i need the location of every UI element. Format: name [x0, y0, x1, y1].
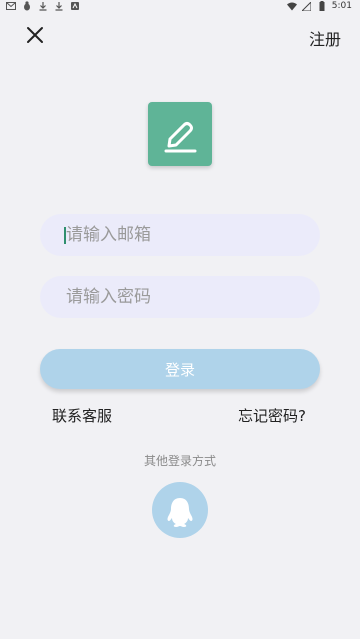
password-input[interactable] [66, 276, 306, 318]
battery-icon [317, 1, 327, 11]
download-icon [38, 1, 48, 11]
edit-pencil-icon [164, 122, 197, 153]
status-bar-notifications [6, 1, 80, 11]
contact-support-link[interactable]: 联系客服 [52, 405, 112, 426]
app-icon [70, 1, 80, 11]
app-logo [148, 102, 212, 166]
status-bar: 5:01 [0, 0, 360, 14]
close-icon [27, 27, 43, 43]
status-time: 5:01 [331, 1, 352, 11]
other-login-label: 其他登录方式 [143, 454, 216, 468]
password-field[interactable] [40, 276, 320, 318]
qq-login-button[interactable] [152, 482, 208, 538]
bug-icon [22, 1, 32, 11]
download-icon [54, 1, 64, 11]
register-link[interactable]: 注册 [309, 26, 341, 50]
close-button[interactable] [24, 24, 46, 46]
qq-penguin-icon [167, 498, 193, 527]
forgot-password-link[interactable]: 忘记密码? [238, 405, 306, 426]
email-field[interactable] [40, 214, 320, 256]
wifi-icon [286, 1, 297, 11]
email-input[interactable] [66, 214, 306, 256]
signal-icon [302, 1, 312, 11]
status-bar-system: 5:01 [286, 1, 352, 11]
mail-icon [6, 1, 16, 11]
login-button[interactable]: 登录 [40, 349, 320, 389]
